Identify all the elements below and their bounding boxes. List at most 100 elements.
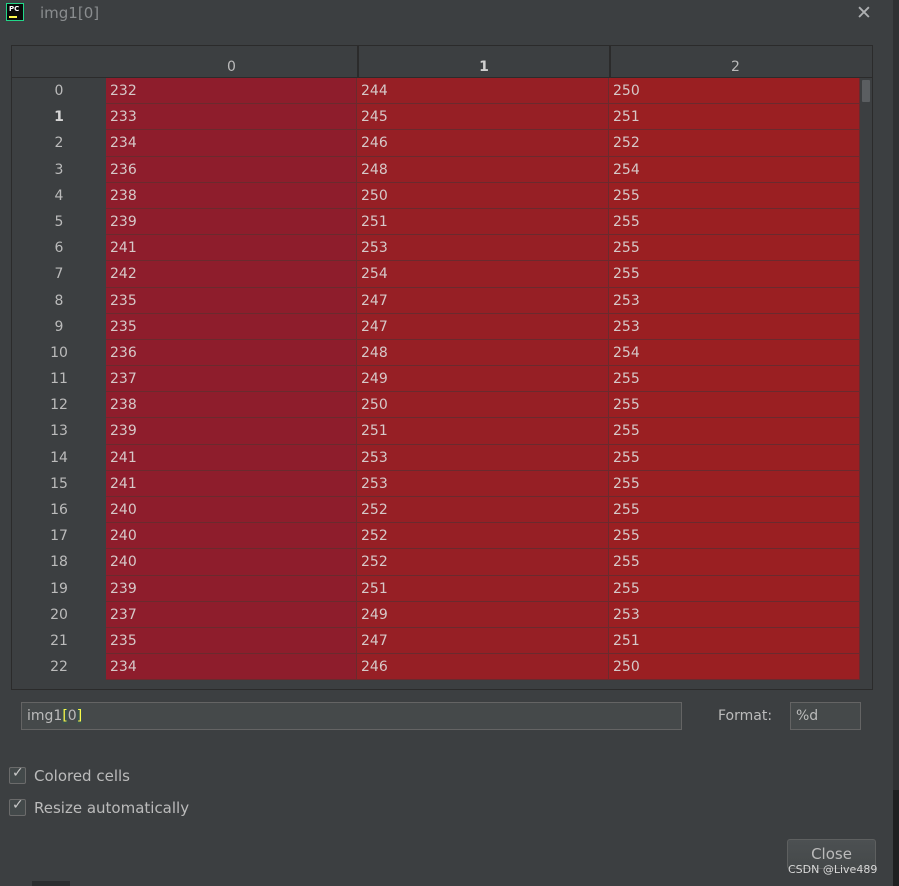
colored-cells-label[interactable]: Colored cells bbox=[34, 767, 130, 785]
table-cell[interactable]: 255 bbox=[609, 366, 860, 393]
table-cell[interactable]: 252 bbox=[357, 497, 609, 524]
resize-automatically-checkbox[interactable]: ✓ bbox=[9, 797, 26, 816]
row-header[interactable]: 6 bbox=[12, 235, 106, 261]
table-cell[interactable]: 254 bbox=[609, 339, 860, 367]
row-header[interactable]: 20 bbox=[12, 602, 106, 628]
table-cell[interactable]: 250 bbox=[357, 392, 609, 419]
resize-automatically-label[interactable]: Resize automatically bbox=[34, 799, 189, 817]
row-header[interactable]: 11 bbox=[12, 366, 106, 392]
table-cell[interactable]: 246 bbox=[357, 130, 609, 157]
table-cell[interactable]: 244 bbox=[357, 78, 609, 105]
table-cell[interactable]: 249 bbox=[357, 601, 609, 628]
row-header[interactable]: 3 bbox=[12, 157, 106, 183]
table-cell[interactable]: 241 bbox=[106, 470, 357, 497]
table-cell[interactable]: 255 bbox=[609, 523, 860, 550]
table-cell[interactable]: 251 bbox=[609, 104, 860, 131]
table-cell[interactable]: 255 bbox=[609, 575, 860, 602]
table-cell[interactable]: 250 bbox=[357, 182, 609, 209]
table-cell[interactable]: 248 bbox=[357, 156, 609, 183]
table-cell[interactable]: 253 bbox=[609, 287, 860, 314]
table-cell[interactable]: 253 bbox=[609, 313, 860, 340]
table-cell[interactable]: 240 bbox=[106, 497, 357, 524]
table-cell[interactable]: 245 bbox=[357, 104, 609, 131]
table-cell[interactable]: 253 bbox=[357, 470, 609, 497]
scroll-thumb[interactable] bbox=[862, 80, 870, 102]
table-cell[interactable]: 246 bbox=[357, 654, 609, 681]
table-cell[interactable]: 247 bbox=[357, 627, 609, 655]
row-header[interactable]: 14 bbox=[12, 445, 106, 471]
table-cell[interactable]: 239 bbox=[106, 208, 357, 236]
table-cell[interactable]: 235 bbox=[106, 627, 357, 655]
row-header[interactable]: 1 bbox=[12, 104, 106, 130]
table-cell[interactable]: 241 bbox=[106, 444, 357, 471]
table-cell[interactable]: 238 bbox=[106, 182, 357, 209]
table-cell[interactable]: 234 bbox=[106, 130, 357, 157]
table-cell[interactable]: 255 bbox=[609, 208, 860, 236]
table-cell[interactable]: 247 bbox=[357, 287, 609, 314]
table-cell[interactable]: 242 bbox=[106, 261, 357, 288]
expression-field[interactable]: img1[0] bbox=[21, 702, 682, 730]
table-cell[interactable]: 253 bbox=[609, 601, 860, 628]
row-header[interactable]: 10 bbox=[12, 340, 106, 366]
table-cell[interactable]: 255 bbox=[609, 418, 860, 445]
table-cell[interactable]: 249 bbox=[357, 366, 609, 393]
row-header[interactable]: 19 bbox=[12, 576, 106, 602]
close-icon[interactable]: ✕ bbox=[856, 2, 872, 24]
table-cell[interactable]: 255 bbox=[609, 470, 860, 497]
table-cell[interactable]: 255 bbox=[609, 392, 860, 419]
table-cell[interactable]: 252 bbox=[609, 130, 860, 157]
table-cell[interactable]: 233 bbox=[106, 104, 357, 131]
vertical-scrollbar[interactable] bbox=[860, 78, 872, 689]
row-header[interactable]: 18 bbox=[12, 549, 106, 575]
table-cell[interactable]: 247 bbox=[357, 313, 609, 340]
column-header-0[interactable]: 0 bbox=[106, 46, 357, 77]
table-cell[interactable]: 239 bbox=[106, 418, 357, 445]
table-cell[interactable]: 252 bbox=[357, 549, 609, 576]
table-cell[interactable]: 251 bbox=[357, 208, 609, 236]
row-header[interactable]: 5 bbox=[12, 209, 106, 235]
table-cell[interactable]: 236 bbox=[106, 156, 357, 183]
table-cell[interactable]: 237 bbox=[106, 366, 357, 393]
table-cell[interactable]: 250 bbox=[609, 78, 860, 105]
row-header[interactable]: 2 bbox=[12, 130, 106, 156]
row-header[interactable]: 21 bbox=[12, 628, 106, 654]
row-header[interactable]: 4 bbox=[12, 183, 106, 209]
table-cell[interactable]: 248 bbox=[357, 339, 609, 367]
table-cell[interactable]: 234 bbox=[106, 654, 357, 681]
column-header-1[interactable]: 1 bbox=[357, 46, 609, 77]
table-cell[interactable]: 253 bbox=[357, 444, 609, 471]
table-cell[interactable]: 255 bbox=[609, 235, 860, 262]
table-cell[interactable]: 251 bbox=[357, 575, 609, 602]
table-cell[interactable]: 251 bbox=[357, 418, 609, 445]
table-cell[interactable]: 235 bbox=[106, 313, 357, 340]
table-cell[interactable]: 254 bbox=[357, 261, 609, 288]
table-cell[interactable]: 255 bbox=[609, 444, 860, 471]
row-header[interactable]: 17 bbox=[12, 523, 106, 549]
table-cell[interactable]: 255 bbox=[609, 182, 860, 209]
table-cell[interactable]: 255 bbox=[609, 549, 860, 576]
table-cell[interactable]: 235 bbox=[106, 287, 357, 314]
table-cell[interactable]: 255 bbox=[609, 261, 860, 288]
row-header[interactable]: 12 bbox=[12, 392, 106, 418]
table-cell[interactable]: 241 bbox=[106, 235, 357, 262]
row-header[interactable]: 8 bbox=[12, 288, 106, 314]
row-header[interactable]: 15 bbox=[12, 471, 106, 497]
row-header[interactable]: 9 bbox=[12, 314, 106, 340]
row-header[interactable]: 0 bbox=[12, 78, 106, 104]
table-cell[interactable]: 232 bbox=[106, 78, 357, 105]
table-cell[interactable]: 255 bbox=[609, 497, 860, 524]
table-cell[interactable]: 240 bbox=[106, 523, 357, 550]
table-cell[interactable]: 253 bbox=[357, 235, 609, 262]
table-cell[interactable]: 251 bbox=[609, 627, 860, 655]
row-header[interactable]: 7 bbox=[12, 261, 106, 287]
table-cell[interactable]: 240 bbox=[106, 549, 357, 576]
table-cell[interactable]: 252 bbox=[357, 523, 609, 550]
table-cell[interactable]: 254 bbox=[609, 156, 860, 183]
colored-cells-checkbox[interactable]: ✓ bbox=[9, 765, 26, 784]
row-header[interactable]: 13 bbox=[12, 418, 106, 444]
table-cell[interactable]: 238 bbox=[106, 392, 357, 419]
table-cell[interactable]: 239 bbox=[106, 575, 357, 602]
table-cell[interactable]: 236 bbox=[106, 339, 357, 367]
table-cell[interactable]: 237 bbox=[106, 601, 357, 628]
column-header-2[interactable]: 2 bbox=[609, 46, 860, 77]
